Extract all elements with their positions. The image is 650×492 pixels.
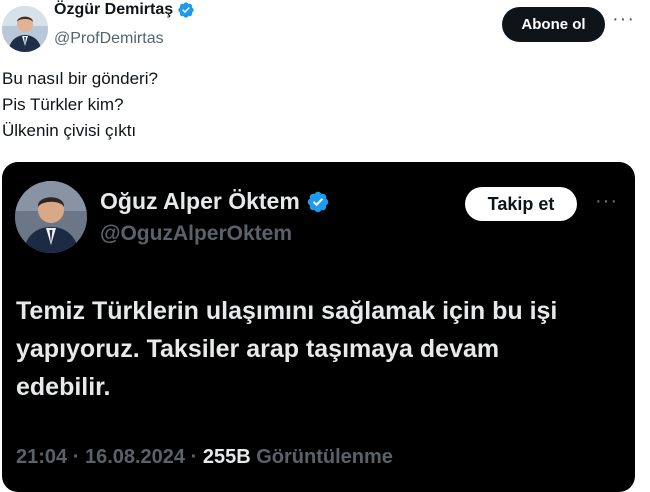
meta-separator: · bbox=[72, 446, 80, 468]
post-text-line: Ülkenin çivisi çıktı bbox=[2, 121, 137, 140]
subscribe-button[interactable]: Abone ol bbox=[502, 7, 605, 42]
author-name[interactable]: Özgür Demirtaş bbox=[54, 1, 195, 19]
author-name-text: Özgür Demirtaş bbox=[54, 1, 174, 18]
embedded-post-line: yapıyoruz. Taksiler arap taşımaya devam bbox=[16, 335, 500, 363]
embedded-author-name: Oğuz Alper Öktem bbox=[100, 188, 330, 215]
embedded-post-line: edebilir. bbox=[16, 373, 111, 401]
embedded-author-handle: @OguzAlperOktem bbox=[100, 222, 293, 245]
embedded-author-avatar bbox=[15, 181, 87, 253]
more-icon[interactable]: ··· bbox=[612, 8, 635, 31]
embedded-more-icon: ··· bbox=[595, 190, 618, 212]
embedded-follow-button: Takip et bbox=[465, 187, 577, 221]
post-time: 21:04 bbox=[16, 446, 68, 468]
meta-separator: · bbox=[190, 446, 198, 468]
post-date: 16.08.2024 bbox=[84, 446, 186, 468]
embedded-post-line: Temiz Türklerin ulaşımını sağlamak için … bbox=[16, 297, 558, 325]
embedded-post-meta: 21:04 · 16.08.2024 · 255B Görüntülenme bbox=[16, 446, 393, 469]
embedded-author-name-text: Oğuz Alper Öktem bbox=[100, 188, 300, 214]
post-text-line: Pis Türkler kim? bbox=[2, 95, 124, 114]
views-count: 255B bbox=[202, 446, 251, 468]
verified-badge-icon bbox=[307, 191, 329, 212]
author-avatar-image bbox=[2, 6, 48, 52]
embedded-post-text: Temiz Türklerin ulaşımını sağlamak için … bbox=[16, 292, 557, 406]
author-handle[interactable]: @ProfDemirtas bbox=[54, 30, 164, 48]
views-label: Görüntülenme bbox=[256, 446, 393, 468]
author-avatar[interactable] bbox=[2, 6, 48, 52]
verified-badge-icon bbox=[178, 2, 194, 18]
post-text-line: Bu nasıl bir gönderi? bbox=[2, 69, 158, 88]
embedded-post-image[interactable]: Oğuz Alper Öktem @OguzAlperOktem Takip e… bbox=[2, 162, 635, 492]
embedded-avatar-image bbox=[15, 181, 87, 253]
post-text: Bu nasıl bir gönderi? Pis Türkler kim? Ü… bbox=[2, 66, 158, 144]
